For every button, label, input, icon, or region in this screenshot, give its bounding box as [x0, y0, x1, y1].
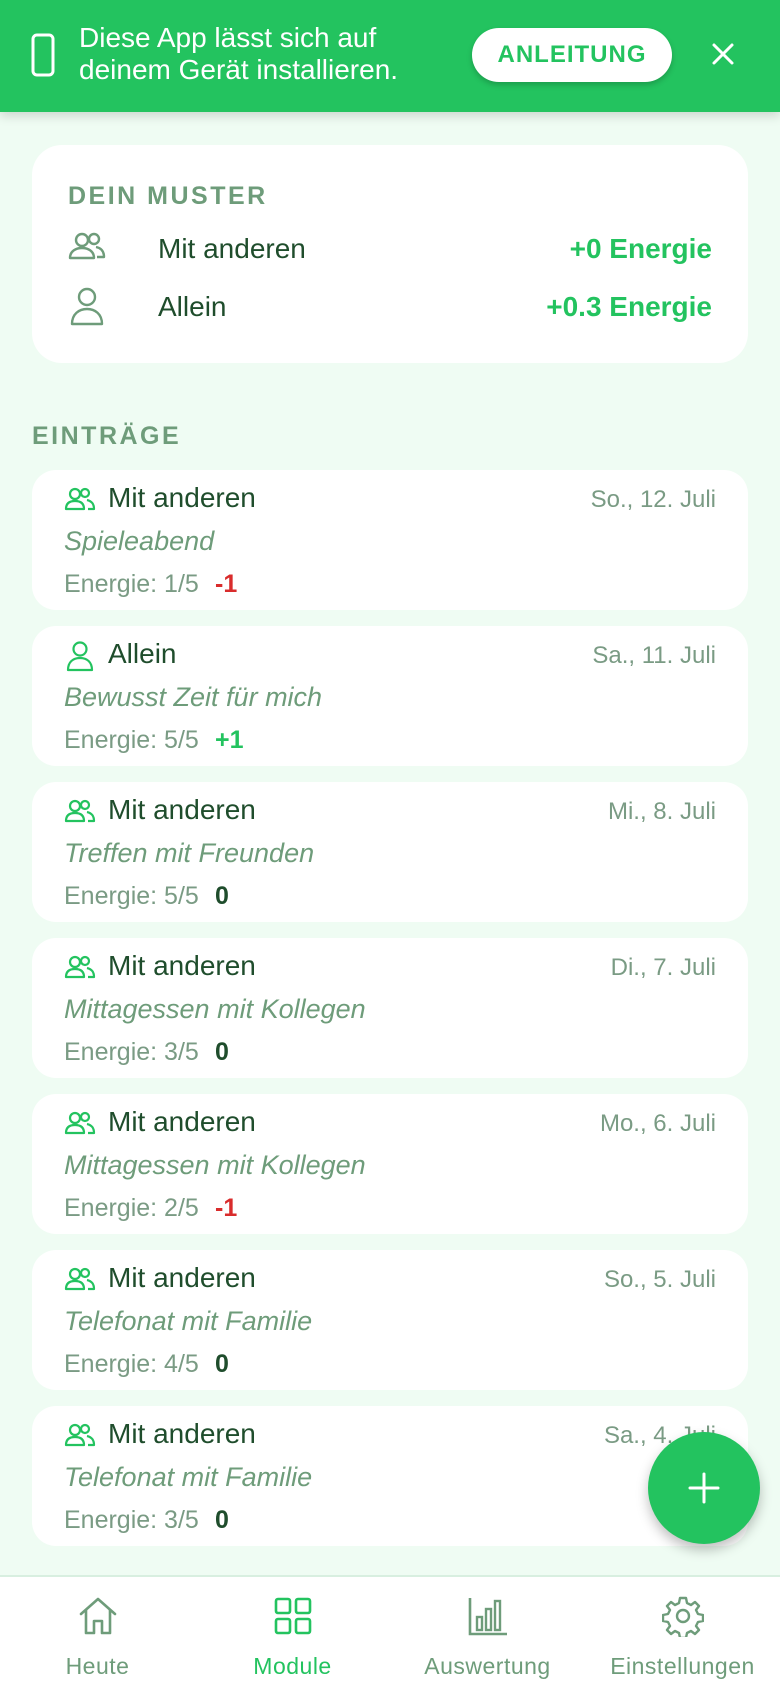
entry-category: Mit anderen [108, 1106, 256, 1137]
entry-date: So., 5. Juli [603, 1266, 716, 1293]
entry-delta: 0 [215, 882, 229, 910]
entry-card[interactable]: Mit anderen Mi., 8. Juli Treffen mit Freun… [32, 782, 748, 922]
entry-category: Mit anderen [108, 794, 256, 825]
entry-delta: 0 [215, 1506, 229, 1534]
pattern-value: +0.3 Energie [546, 291, 712, 322]
entry-date: So., 12. Juli [590, 486, 716, 513]
group-icon [64, 1111, 96, 1135]
entries-title: EINTRÄGE [32, 422, 182, 450]
pattern-row-alone: Allein +0.3 Energie [68, 286, 712, 326]
entry-delta: 0 [215, 1038, 229, 1066]
entry-energy: Energie: 2/5 [64, 1194, 199, 1222]
entry-card[interactable]: Mit anderen Di., 7. Juli Mittagessen mit K… [32, 938, 748, 1078]
entry-energy: Energie: 3/5 [64, 1038, 199, 1066]
group-icon [64, 1423, 96, 1447]
entry-category: Mit anderen [108, 1418, 256, 1449]
entry-note: Telefonat mit Familie [64, 1462, 313, 1492]
pattern-value: +0 Energie [569, 233, 712, 264]
entry-card[interactable]: Mit anderen So., 12. Juli Spieleabend Energ… [32, 470, 748, 610]
group-icon [68, 232, 106, 260]
nav-item-einstellungen[interactable]: Einstellungen [585, 1577, 780, 1688]
nav-label: Heute [65, 1653, 130, 1679]
nav-item-auswertung[interactable]: Auswertung [390, 1577, 585, 1688]
entry-energy: Energie: 3/5 [64, 1506, 199, 1534]
install-message: Diese App lässt sich auf deinem Gerät in… [79, 22, 399, 85]
install-banner: Diese App lässt sich auf deinem Gerät in… [0, 0, 780, 112]
gear-icon [662, 1596, 704, 1637]
close-icon[interactable] [709, 40, 737, 68]
add-entry-button[interactable] [648, 1432, 760, 1544]
pattern-label: Mit anderen [158, 233, 306, 264]
entry-card[interactable]: Allein Sa., 11. Juli Bewusst Zeit für mich… [32, 626, 748, 766]
entry-energy: Energie: 4/5 [64, 1350, 199, 1378]
entry-energy: Energie: 1/5 [64, 570, 199, 598]
grid-icon [274, 1597, 312, 1635]
group-icon [64, 487, 96, 511]
bottom-navigation: Heute Module Auswertung Einstellungen [0, 1575, 780, 1688]
group-icon [64, 955, 96, 979]
entry-category: Mit anderen [108, 482, 256, 513]
entry-note: Telefonat mit Familie [64, 1306, 313, 1336]
pattern-row-others: Mit anderen +0 Energie [68, 228, 712, 268]
entry-card[interactable]: Mit anderen Sa., 4. Juli Telefonat mit Fam… [32, 1406, 748, 1546]
nav-label: Einstellungen [610, 1653, 755, 1679]
entry-delta: 0 [215, 1350, 229, 1378]
nav-item-heute[interactable]: Heute [0, 1577, 195, 1688]
pattern-title: DEIN MUSTER [68, 182, 268, 210]
bar-chart-icon [468, 1598, 507, 1636]
entry-note: Spieleabend [64, 526, 215, 556]
entry-date: Sa., 11. Juli [592, 642, 716, 669]
entry-note: Treffen mit Freunden [64, 838, 315, 868]
entry-note: Mittagessen mit Kollegen [64, 994, 366, 1024]
group-icon [64, 799, 96, 823]
pattern-label: Allein [158, 291, 227, 322]
entry-card[interactable]: Mit anderen So., 5. Juli Telefonat mit Fam… [32, 1250, 748, 1390]
entries-list: Mit anderen So., 12. Juli Spieleabend Energ… [32, 470, 748, 1562]
entry-note: Mittagessen mit Kollegen [64, 1150, 366, 1180]
nav-label: Module [253, 1653, 332, 1679]
group-icon [64, 1267, 96, 1291]
entry-date: Mi., 8. Juli [607, 798, 716, 825]
person-icon [70, 287, 104, 326]
phone-icon [31, 33, 55, 77]
entry-delta: -1 [215, 570, 238, 598]
person-icon [66, 641, 94, 672]
entry-category: Allein [108, 638, 177, 669]
entry-category: Mit anderen [108, 950, 256, 981]
entry-category: Mit anderen [108, 1262, 256, 1293]
entry-date: Di., 7. Juli [610, 954, 716, 981]
entry-energy: Energie: 5/5 [64, 882, 199, 910]
entry-note: Bewusst Zeit für mich [64, 682, 323, 712]
entry-delta: -1 [215, 1194, 238, 1222]
nav-item-module[interactable]: Module [195, 1577, 390, 1688]
nav-label: Auswertung [424, 1653, 551, 1679]
entry-energy: Energie: 5/5 [64, 726, 199, 754]
guide-button[interactable]: ANLEITUNG [472, 28, 672, 82]
entry-card[interactable]: Mit anderen Mo., 6. Juli Mittagessen mit K… [32, 1094, 748, 1234]
entry-delta: +1 [215, 726, 244, 754]
entry-date: Mo., 6. Juli [599, 1110, 716, 1137]
home-icon [79, 1597, 117, 1635]
plus-icon [688, 1472, 720, 1504]
pattern-card: DEIN MUSTER Mit anderen +0 Energie Allei… [32, 145, 748, 363]
